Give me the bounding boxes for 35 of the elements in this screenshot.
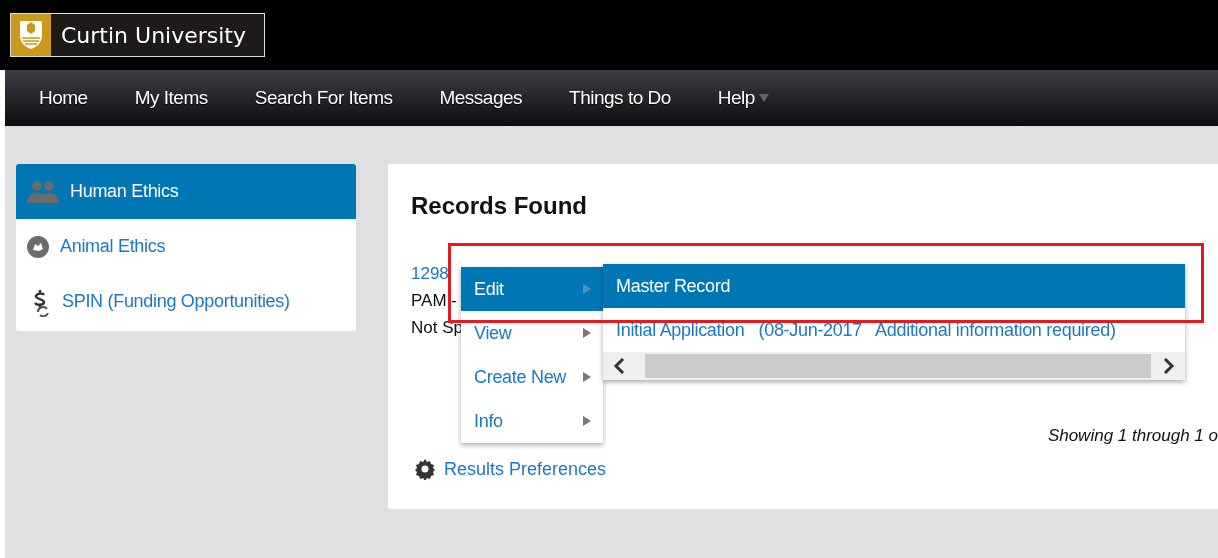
nav-link[interactable]: Things to Do	[569, 87, 671, 109]
logo[interactable]: Curtin University	[10, 13, 265, 57]
sidebar-item[interactable]: SPIN (Funding Opportunities)	[16, 274, 356, 329]
menu-item[interactable]: Edit	[461, 267, 603, 311]
nav-link[interactable]: Search For Items	[254, 87, 393, 109]
gear-icon	[414, 458, 436, 480]
menu-item[interactable]: View	[461, 311, 603, 355]
nav-link[interactable]: Home	[39, 87, 88, 109]
submenu-arrow-icon	[583, 284, 591, 294]
submenu-item[interactable]: Master Record	[603, 264, 1185, 308]
submenu-item[interactable]: Initial Application (08-Jun-2017 Additional information required)	[603, 308, 1185, 352]
caret-icon	[758, 94, 769, 102]
chevron-right-icon[interactable]	[1163, 358, 1175, 374]
preferences-link[interactable]: Results Preferences	[444, 458, 607, 480]
logo-text: Curtin University	[60, 21, 247, 50]
animal-icon	[26, 234, 50, 259]
menu-item[interactable]: Create New	[461, 355, 603, 399]
sidebar-item[interactable]: Animal Ethics	[16, 219, 356, 274]
chevron-left-icon[interactable]	[613, 358, 625, 374]
nav-link[interactable]: Messages	[439, 87, 523, 109]
submenu-arrow-icon	[583, 416, 591, 426]
submenu-arrow-icon	[583, 328, 591, 338]
nav-link[interactable]: My Items	[134, 87, 208, 109]
scroll-thumb[interactable]	[645, 354, 1151, 378]
section-title: Records Found	[411, 192, 588, 220]
menu-item[interactable]: Info	[461, 399, 603, 443]
horizontal-scrollbar[interactable]	[603, 352, 1185, 380]
sidebar-item[interactable]: Human Ethics	[16, 164, 356, 219]
nav-link[interactable]: Help	[717, 87, 769, 109]
record-link[interactable]: 1298	[411, 260, 449, 287]
results-count: Showing 1 through 1 o	[1047, 426, 1218, 446]
submenu-arrow-icon	[583, 372, 591, 382]
record-text: PAM -	[411, 290, 457, 312]
people-icon	[26, 178, 60, 205]
shield-icon	[18, 19, 44, 51]
